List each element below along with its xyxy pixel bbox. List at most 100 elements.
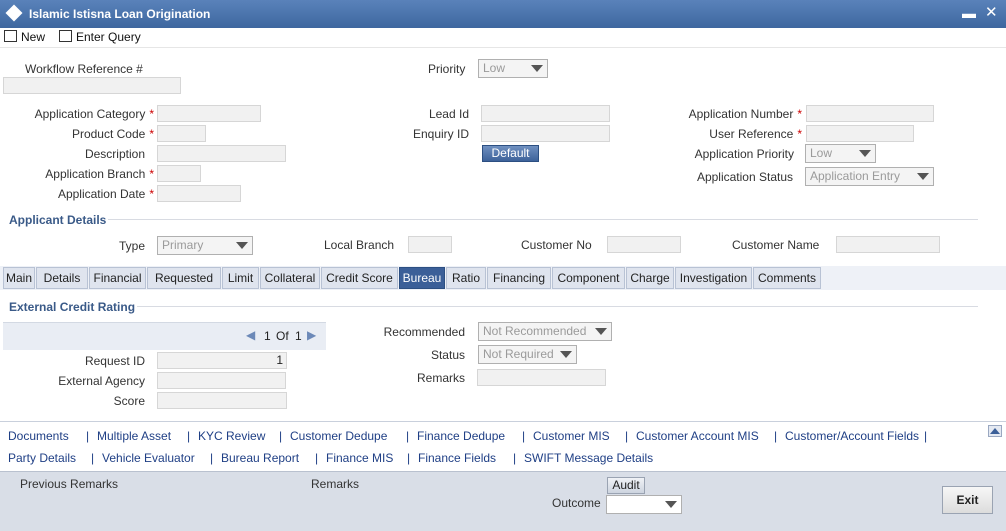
outcome-select[interactable] [606, 495, 682, 514]
enquiry-id-input[interactable] [481, 125, 610, 142]
link-separator: | [774, 429, 778, 443]
link-separator: | [91, 451, 95, 465]
link-separator: | [406, 429, 410, 443]
link-kyc-review[interactable]: KYC Review [198, 429, 265, 443]
customer-no-label: Customer No [521, 238, 592, 252]
tab-investigation[interactable]: Investigation [675, 267, 752, 289]
link-multiple-asset[interactable]: Multiple Asset [97, 429, 171, 443]
workflow-reference-field[interactable] [3, 77, 181, 94]
customer-no-input[interactable] [607, 236, 681, 253]
link-vehicle-evaluator[interactable]: Vehicle Evaluator [102, 451, 195, 465]
tab-component[interactable]: Component [552, 267, 625, 289]
tab-financial[interactable]: Financial [89, 267, 146, 289]
recommended-select[interactable]: Not Recommended [478, 322, 612, 341]
previous-record-icon[interactable]: ◀ [246, 328, 255, 342]
application-category-input[interactable] [157, 105, 261, 122]
chevron-down-icon [859, 150, 871, 157]
link-swift-message-details[interactable]: SWIFT Message Details [524, 451, 653, 465]
type-select[interactable]: Primary [157, 236, 253, 255]
link-documents[interactable]: Documents [8, 429, 69, 443]
next-record-icon[interactable]: ▶ [307, 328, 316, 342]
application-priority-select[interactable]: Low [805, 144, 876, 163]
recommended-label: Recommended [383, 325, 465, 339]
footer: Previous Remarks Remarks Audit Outcome E… [0, 471, 1006, 531]
link-bureau-report[interactable]: Bureau Report [221, 451, 299, 465]
link-customer-account-mis[interactable]: Customer Account MIS [636, 429, 759, 443]
link-finance-mis[interactable]: Finance MIS [326, 451, 393, 465]
user-reference-label: User Reference * [709, 127, 802, 141]
chevron-up-icon [990, 428, 1000, 434]
tab-charge[interactable]: Charge [626, 267, 674, 289]
priority-select-value: Low [483, 61, 506, 75]
new-button-label: New [21, 30, 46, 44]
remarks-input[interactable] [477, 369, 606, 386]
customer-name-label: Customer Name [732, 238, 820, 252]
link-finance-dedupe[interactable]: Finance Dedupe [417, 429, 505, 443]
previous-remarks-label: Previous Remarks [20, 477, 119, 491]
tab-limit[interactable]: Limit [222, 267, 259, 289]
new-button[interactable]: New [4, 30, 45, 44]
window-titlebar: Islamic Istisna Loan Origination ▬ ✕ [0, 0, 1006, 28]
tab-comments[interactable]: Comments [753, 267, 821, 289]
link-customer-mis[interactable]: Customer MIS [533, 429, 610, 443]
request-id-input[interactable]: 1 [157, 352, 287, 369]
score-label: Score [113, 394, 145, 408]
window-title: Islamic Istisna Loan Origination [29, 7, 211, 21]
type-select-value: Primary [162, 238, 204, 252]
product-code-input[interactable] [157, 125, 206, 142]
application-branch-input[interactable] [157, 165, 201, 182]
type-label: Type [118, 239, 145, 253]
external-agency-input[interactable] [157, 372, 286, 389]
lead-id-label: Lead Id [428, 107, 469, 121]
applicant-details-title: Applicant Details [9, 213, 107, 227]
chevron-down-icon [236, 242, 248, 249]
enter-query-button[interactable]: Enter Query [59, 30, 141, 44]
local-branch-label: Local Branch [324, 238, 395, 252]
tab-credit-score[interactable]: Credit Score [321, 267, 398, 289]
link-separator: | [924, 429, 928, 443]
priority-select[interactable]: Low [478, 59, 548, 78]
scroll-up-button[interactable] [988, 425, 1002, 437]
priority-label: Priority [428, 62, 466, 76]
tab-main[interactable]: Main [3, 267, 35, 289]
recommended-select-value: Not Recommended [483, 324, 587, 338]
link-finance-fields[interactable]: Finance Fields [418, 451, 496, 465]
section-divider [108, 219, 978, 220]
status-select-value: Not Required [483, 347, 554, 361]
description-input[interactable] [157, 145, 286, 162]
enter-query-icon [59, 30, 72, 42]
default-button[interactable]: Default [482, 145, 539, 162]
link-customer-account-fields[interactable]: Customer/Account Fields [785, 429, 919, 443]
application-number-label: Application Number * [688, 107, 802, 121]
link-separator: | [187, 429, 191, 443]
tab-financing[interactable]: Financing [487, 267, 551, 289]
link-party-details[interactable]: Party Details [8, 451, 76, 465]
tab-ratio[interactable]: Ratio [446, 267, 486, 289]
application-date-input[interactable] [157, 185, 241, 202]
tab-details[interactable]: Details [36, 267, 88, 289]
close-icon[interactable]: ✕ [985, 3, 998, 21]
status-label: Status [430, 348, 465, 362]
score-input[interactable] [157, 392, 287, 409]
user-reference-input[interactable] [806, 125, 914, 142]
chevron-down-icon [531, 65, 543, 72]
status-select[interactable]: Not Required [478, 345, 577, 364]
link-customer-dedupe[interactable]: Customer Dedupe [290, 429, 387, 443]
audit-button[interactable]: Audit [607, 477, 645, 494]
tab-requested[interactable]: Requested [147, 267, 221, 289]
record-pager: ◀ 1 Of 1 ▶ [3, 322, 326, 350]
exit-button[interactable]: Exit [942, 486, 993, 514]
link-separator: | [279, 429, 283, 443]
local-branch-input[interactable] [408, 236, 452, 253]
customer-name-input[interactable] [836, 236, 940, 253]
workflow-reference-label: Workflow Reference # [25, 62, 143, 76]
minimize-icon[interactable]: ▬ [962, 5, 976, 21]
application-status-label: Application Status [696, 170, 793, 184]
tab-bureau[interactable]: Bureau [399, 267, 445, 289]
application-status-select[interactable]: Application Entry [805, 167, 934, 186]
external-agency-label: External Agency [58, 374, 145, 388]
tab-collateral[interactable]: Collateral [260, 267, 320, 289]
chevron-down-icon [595, 328, 607, 335]
lead-id-input[interactable] [481, 105, 610, 122]
application-number-input[interactable] [806, 105, 934, 122]
